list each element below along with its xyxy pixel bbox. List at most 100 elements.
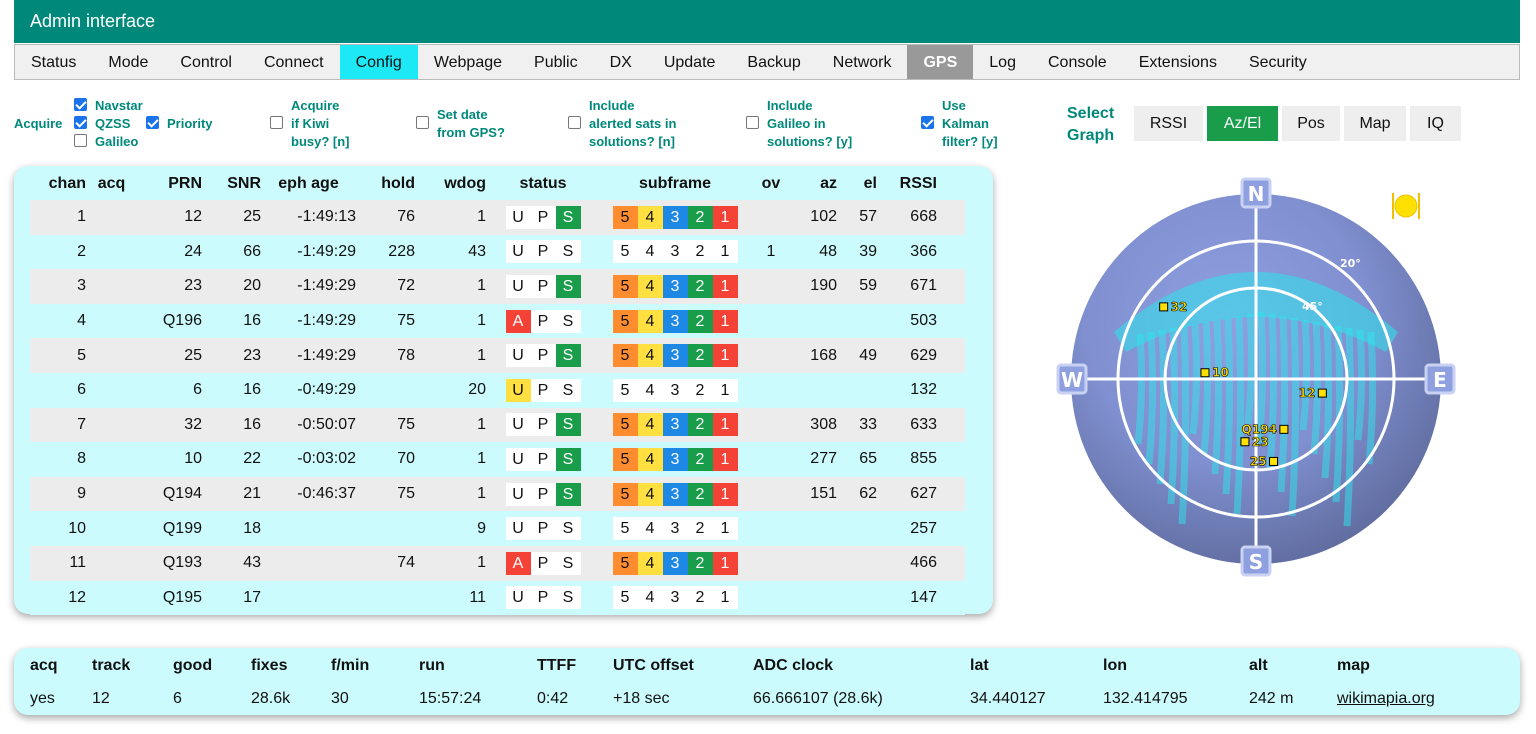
cell-status: APS [486,545,600,581]
stat-header-lon: lon [1103,657,1127,674]
subframe-flag: 4 [637,447,663,471]
cell-ov [750,200,792,235]
tab-network[interactable]: Network [817,45,908,79]
table-row: 7 32 16 -0:50:07 75 1 U P S 5 4 3 2 1 308 33 633 [30,407,965,443]
header-snr: SNR [227,175,261,192]
tab-public[interactable]: Public [518,45,594,79]
status-flag: U [505,482,531,506]
cell-rssi: 668 [877,200,937,235]
satellite-label: 23 [1252,435,1269,449]
status-flag: A [505,309,531,333]
subframe-flag: 5 [612,240,638,264]
cell-hold: 75 [356,407,415,443]
satellite-label: 25 [1250,454,1267,468]
graph-iq-button[interactable]: IQ [1410,106,1461,141]
cell-rssi: 147 [877,580,937,616]
tab-dx[interactable]: DX [594,45,648,79]
status-flag: P [530,309,556,333]
cell-hold: 72 [356,269,415,304]
tab-extensions[interactable]: Extensions [1123,45,1233,79]
stat-header-good: good [173,657,213,674]
cell-az: 308 [792,407,837,443]
subframe-flag: 4 [637,344,663,368]
cell-snr: 18 [202,511,261,546]
cell-prn: 6 [137,372,202,408]
set-date-checkbox[interactable] [416,116,429,129]
cell-rssi: 257 [877,511,937,546]
cell-az [792,545,837,581]
cell-ov [750,269,792,304]
ring-20-label: 20° [1340,257,1361,270]
cell-eph-age: -0:03:02 [261,442,356,477]
graph-pos-button[interactable]: Pos [1282,106,1340,141]
subframe-flag: 5 [612,205,638,229]
cell-wdog: 9 [415,511,486,546]
graph-map-button[interactable]: Map [1344,106,1406,141]
cell-prn: Q193 [137,545,202,581]
stat-value: 66.666107 (28.6k) [753,690,883,707]
wikimapia-link[interactable]: wikimapia.org [1337,690,1435,707]
tab-log[interactable]: Log [973,45,1032,79]
graph-azel-button[interactable]: Az/El [1207,106,1278,141]
cell-el: 57 [837,200,877,235]
tab-status[interactable]: Status [15,45,92,79]
graph-rssi-button[interactable]: RSSI [1134,106,1203,141]
subframe-flag: 4 [637,482,663,506]
status-flag: S [555,240,581,264]
tab-security[interactable]: Security [1233,45,1323,79]
trace-streak [1222,317,1234,495]
cell-snr: 21 [202,476,261,512]
cell-hold: 75 [356,303,415,339]
tab-connect[interactable]: Connect [248,45,340,79]
tab-webpage[interactable]: Webpage [418,45,518,79]
subframe-flag: 3 [662,447,688,471]
tab-control[interactable]: Control [164,45,248,79]
status-flag: P [530,586,556,610]
header-ov: ov [761,175,781,192]
subframe-flag: 2 [687,551,713,575]
cell-acq [86,338,137,373]
svg-text:S: S [1249,550,1263,574]
tab-gps[interactable]: GPS [907,45,974,79]
stat-value: +18 sec [613,690,670,707]
cell-el: 39 [837,234,877,270]
tab-backup[interactable]: Backup [731,45,816,79]
table-row: 12 Q195 17 11 U P S 5 4 3 2 1 147 [30,580,965,616]
status-flag: P [530,482,556,506]
cell-snr: 16 [202,407,261,443]
header-el: el [863,175,877,192]
cell-acq [86,511,137,546]
stat-value: 15:57:24 [419,690,482,707]
priority-checkbox[interactable] [146,116,159,129]
table-row: 2 24 66 -1:49:29 228 43 U P S 5 4 3 2 1 1 48 39 366 [30,234,965,270]
status-flag: S [555,447,581,471]
galileo-checkbox[interactable] [74,134,87,147]
kalman-checkbox[interactable] [921,116,934,129]
qzss-checkbox[interactable] [74,116,87,129]
cell-prn: 12 [137,200,202,235]
cell-wdog: 1 [415,476,486,512]
cell-hold: 75 [356,476,415,512]
include-alerted-checkbox[interactable] [568,116,581,129]
cell-eph-age: -1:49:29 [261,269,356,304]
ring-45-label: 45° [1302,300,1323,313]
cell-az [792,372,837,408]
include-galileo-checkbox[interactable] [746,116,759,129]
tab-update[interactable]: Update [648,45,732,79]
cell-eph-age: -1:49:13 [261,200,356,235]
acquire-busy-label: Acquire if Kiwi busy? [n] [291,98,350,149]
acquire-busy-checkbox[interactable] [270,116,283,129]
cell-eph-age: -1:49:29 [261,338,356,373]
stat-value: 6 [173,690,182,707]
cell-hold [356,580,415,616]
table-row: 4 Q196 16 -1:49:29 75 1 A P S 5 4 3 2 1 503 [30,303,965,339]
tab-config[interactable]: Config [339,45,418,79]
cell-rssi: 366 [877,234,937,270]
subframe-flag: 4 [637,413,663,437]
table-row: 8 10 22 -0:03:02 70 1 U P S 5 4 3 2 1 277 65 855 [30,442,965,477]
navstar-checkbox[interactable] [74,98,87,111]
nav-tabs: Status Mode Control Connect Config Webpage Pub… [14,44,1520,80]
tab-console[interactable]: Console [1032,45,1123,79]
tab-mode[interactable]: Mode [92,45,164,79]
satellite-label: 12 [1299,386,1316,400]
